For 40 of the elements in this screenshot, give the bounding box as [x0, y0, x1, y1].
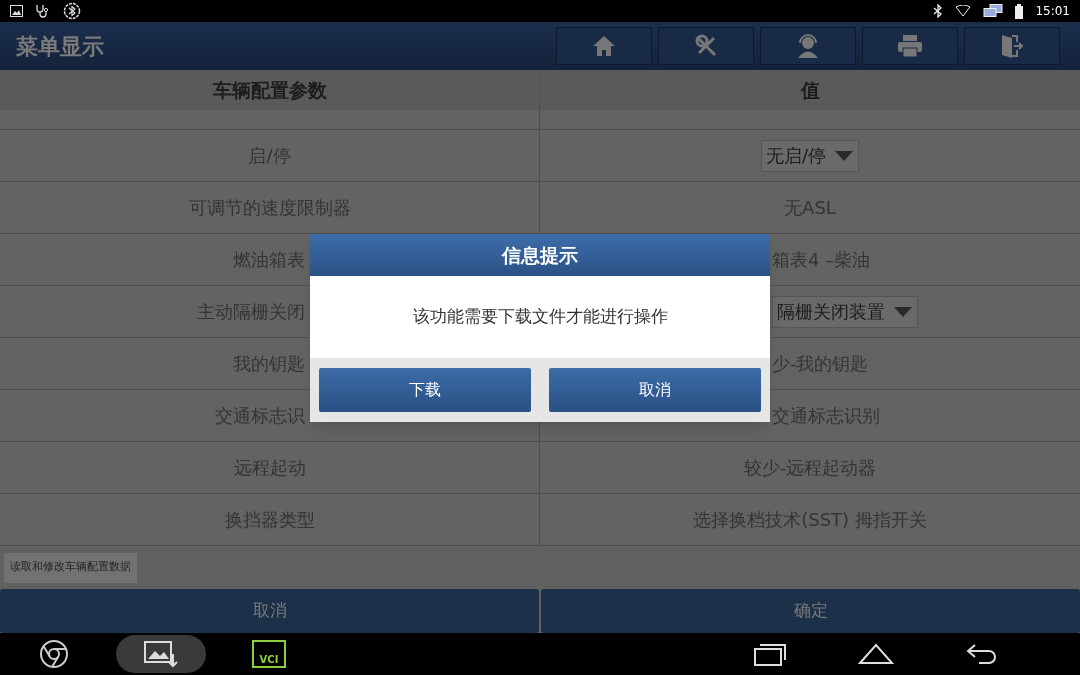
exit-door-icon: [999, 33, 1025, 59]
column-header: 车辆配置参数: [212, 77, 327, 103]
vci-button[interactable]: VCI: [252, 640, 286, 668]
headset-person-icon: [795, 33, 821, 59]
image-download-icon: [143, 640, 179, 668]
back-arrow-icon: [965, 642, 999, 666]
printer-icon: [897, 34, 923, 58]
bluetooth-icon: [933, 4, 944, 18]
browser-button[interactable]: [38, 638, 70, 670]
print-button[interactable]: [862, 27, 958, 65]
dialog-title: 信息提示: [502, 242, 578, 268]
battery-icon: [1015, 3, 1024, 19]
stethoscope-icon: [35, 4, 51, 18]
home-icon: [592, 34, 616, 58]
support-button[interactable]: [760, 27, 856, 65]
footer-button[interactable]: 确定: [541, 589, 1080, 633]
footer-button[interactable]: 取消: [0, 589, 539, 633]
caret-icon: [834, 149, 855, 162]
dialog-button[interactable]: 取消: [549, 368, 761, 412]
image-icon: [10, 5, 23, 17]
value-dropdown[interactable]: 隔栅关闭装置: [772, 295, 918, 328]
page-title: 菜单显示: [16, 32, 104, 61]
home-button[interactable]: [556, 27, 652, 65]
monitors-icon: [983, 4, 1004, 18]
dialog-message: 该功能需要下载文件才能进行操作: [412, 305, 668, 329]
wifi-icon: [955, 5, 972, 17]
value-dropdown[interactable]: 无启/停: [760, 139, 860, 172]
bluetooth-icon: [63, 2, 81, 20]
caret-icon: [893, 305, 913, 318]
column-header: 值: [800, 77, 820, 103]
clock-time: 15:01: [1035, 3, 1070, 20]
recent-apps-icon: [753, 642, 787, 666]
tools-icon: [694, 34, 718, 58]
gallery-button[interactable]: [116, 635, 206, 673]
dialog-button[interactable]: 下载: [319, 368, 531, 412]
home-outline-icon: [858, 643, 894, 665]
exit-button[interactable]: [964, 27, 1060, 65]
browser-icon: [39, 639, 69, 669]
read-modify-button[interactable]: 读取和修改车辆配置数据: [4, 552, 137, 583]
tools-button[interactable]: [658, 27, 754, 65]
